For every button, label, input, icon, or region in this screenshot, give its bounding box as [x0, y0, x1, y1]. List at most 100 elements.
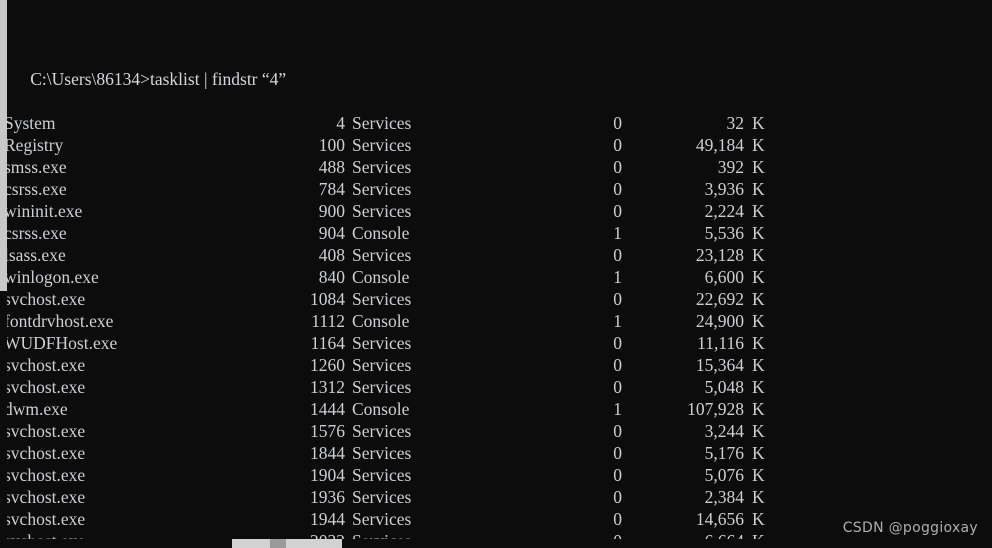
task-mem-usage: 2,384	[704, 487, 744, 507]
task-pid: 488	[318, 157, 345, 177]
task-mem-usage: 32	[726, 113, 745, 133]
task-session-num: 0	[613, 179, 622, 199]
vertical-scrollbar-thumb[interactable]	[0, 0, 7, 291]
task-session-name: Services	[352, 487, 412, 507]
task-mem-usage: 6,600	[704, 267, 744, 287]
task-session-name: Services	[352, 443, 412, 463]
task-pid: 1444	[310, 399, 345, 419]
task-mem-usage: 392	[717, 157, 744, 177]
task-pid: 840	[318, 267, 345, 287]
task-session-name: Services	[352, 289, 412, 309]
console-output-area[interactable]: C:\Users\86134>tasklist | findstr “4” Sy…	[0, 0, 992, 548]
task-session-num: 1	[613, 267, 622, 287]
task-row: WUDFHost.exe 1164 Services 0 11,116 K	[0, 332, 992, 354]
task-mem-usage: 107,928	[687, 399, 744, 419]
task-session-name: Services	[352, 157, 412, 177]
task-row: winlogon.exe 840 Console 1 6,600 K	[0, 266, 992, 288]
task-session-num: 0	[613, 421, 622, 441]
task-session-name: Services	[352, 377, 412, 397]
task-row: System 4 Services 0 32 K	[0, 112, 992, 134]
task-mem-usage: 11,116	[697, 333, 744, 353]
task-image-name: Registry	[4, 135, 64, 155]
task-mem-usage: 2,224	[704, 201, 744, 221]
task-row: Registry 100 Services 0 49,184 K	[0, 134, 992, 156]
task-mem-unit: K	[752, 509, 765, 529]
task-row: fontdrvhost.exe 1112 Console 1 24,900 K	[0, 310, 992, 332]
task-session-num: 1	[613, 311, 622, 331]
task-mem-unit: K	[752, 333, 765, 353]
task-session-name: Console	[352, 223, 410, 243]
task-image-name: svchost.exe	[4, 421, 86, 441]
task-row: svchost.exe 1576 Services 0 3,244 K	[0, 420, 992, 442]
task-image-name: svchost.exe	[4, 465, 86, 485]
console-window: C:\Users\86134>tasklist | findstr “4” Sy…	[0, 0, 992, 548]
task-session-name: Services	[352, 465, 412, 485]
task-mem-unit: K	[752, 377, 765, 397]
task-image-name: lsass.exe	[4, 245, 66, 265]
task-mem-unit: K	[752, 443, 765, 463]
horizontal-scrollbar-grip	[270, 539, 286, 548]
task-mem-unit: K	[752, 201, 765, 221]
task-session-name: Services	[352, 421, 412, 441]
task-mem-unit: K	[752, 487, 765, 507]
task-pid: 1164	[310, 333, 345, 353]
task-pid: 1260	[310, 355, 345, 375]
csdn-watermark: CSDN @poggioxay	[842, 520, 978, 536]
task-image-name: dwm.exe	[4, 399, 68, 419]
task-list: System 4 Services 0 32 K Registry 100 Services 0 4…	[0, 112, 992, 548]
task-pid: 1844	[310, 443, 345, 463]
vertical-scrollbar[interactable]	[0, 0, 7, 548]
task-session-num: 0	[613, 333, 622, 353]
task-pid: 4	[336, 113, 345, 133]
task-mem-usage: 23,128	[695, 245, 744, 265]
task-pid: 100	[318, 135, 345, 155]
task-pid: 1904	[310, 465, 345, 485]
task-row: smss.exe 488 Services 0 392 K	[0, 156, 992, 178]
task-session-name: Services	[352, 135, 412, 155]
task-pid: 1312	[310, 377, 345, 397]
task-session-num: 1	[613, 223, 622, 243]
task-session-name: Services	[352, 333, 412, 353]
task-pid: 784	[318, 179, 345, 199]
task-session-num: 0	[613, 201, 622, 221]
task-mem-unit: K	[752, 245, 765, 265]
task-mem-unit: K	[752, 157, 765, 177]
task-session-num: 0	[613, 487, 622, 507]
task-session-num: 0	[613, 377, 622, 397]
task-session-name: Console	[352, 267, 410, 287]
task-row: svchost.exe 1844 Services 0 5,176 K	[0, 442, 992, 464]
task-session-num: 0	[613, 355, 622, 375]
task-mem-usage: 3,244	[704, 421, 744, 441]
task-mem-unit: K	[752, 465, 765, 485]
task-mem-unit: K	[752, 113, 765, 133]
task-image-name: csrss.exe	[4, 223, 67, 243]
task-mem-usage: 22,692	[695, 289, 744, 309]
task-mem-usage: 24,900	[695, 311, 744, 331]
task-pid: 900	[318, 201, 345, 221]
task-pid: 1084	[310, 289, 345, 309]
task-row: svchost.exe 1084 Services 0 22,692 K	[0, 288, 992, 310]
task-mem-unit: K	[752, 223, 765, 243]
horizontal-scrollbar-thumb[interactable]	[232, 539, 342, 548]
task-session-num: 0	[613, 135, 622, 155]
task-session-name: Services	[352, 179, 412, 199]
task-row: lsass.exe 408 Services 0 23,128 K	[0, 244, 992, 266]
task-session-num: 1	[613, 399, 622, 419]
task-mem-usage: 49,184	[695, 135, 744, 155]
task-mem-unit: K	[752, 135, 765, 155]
task-mem-usage: 5,176	[704, 443, 744, 463]
task-image-name: smss.exe	[4, 157, 67, 177]
task-session-num: 0	[613, 509, 622, 529]
prompt-and-command: C:\Users\86134>tasklist | findstr “4”	[30, 69, 287, 89]
horizontal-scrollbar[interactable]	[0, 539, 992, 548]
task-image-name: svchost.exe	[4, 289, 86, 309]
task-session-num: 0	[613, 443, 622, 463]
task-row: csrss.exe 784 Services 0 3,936 K	[0, 178, 992, 200]
task-mem-unit: K	[752, 421, 765, 441]
task-pid: 904	[318, 223, 345, 243]
task-mem-usage: 15,364	[695, 355, 744, 375]
task-image-name: svchost.exe	[4, 443, 86, 463]
task-mem-usage: 3,936	[704, 179, 744, 199]
task-mem-unit: K	[752, 311, 765, 331]
task-session-num: 0	[613, 113, 622, 133]
